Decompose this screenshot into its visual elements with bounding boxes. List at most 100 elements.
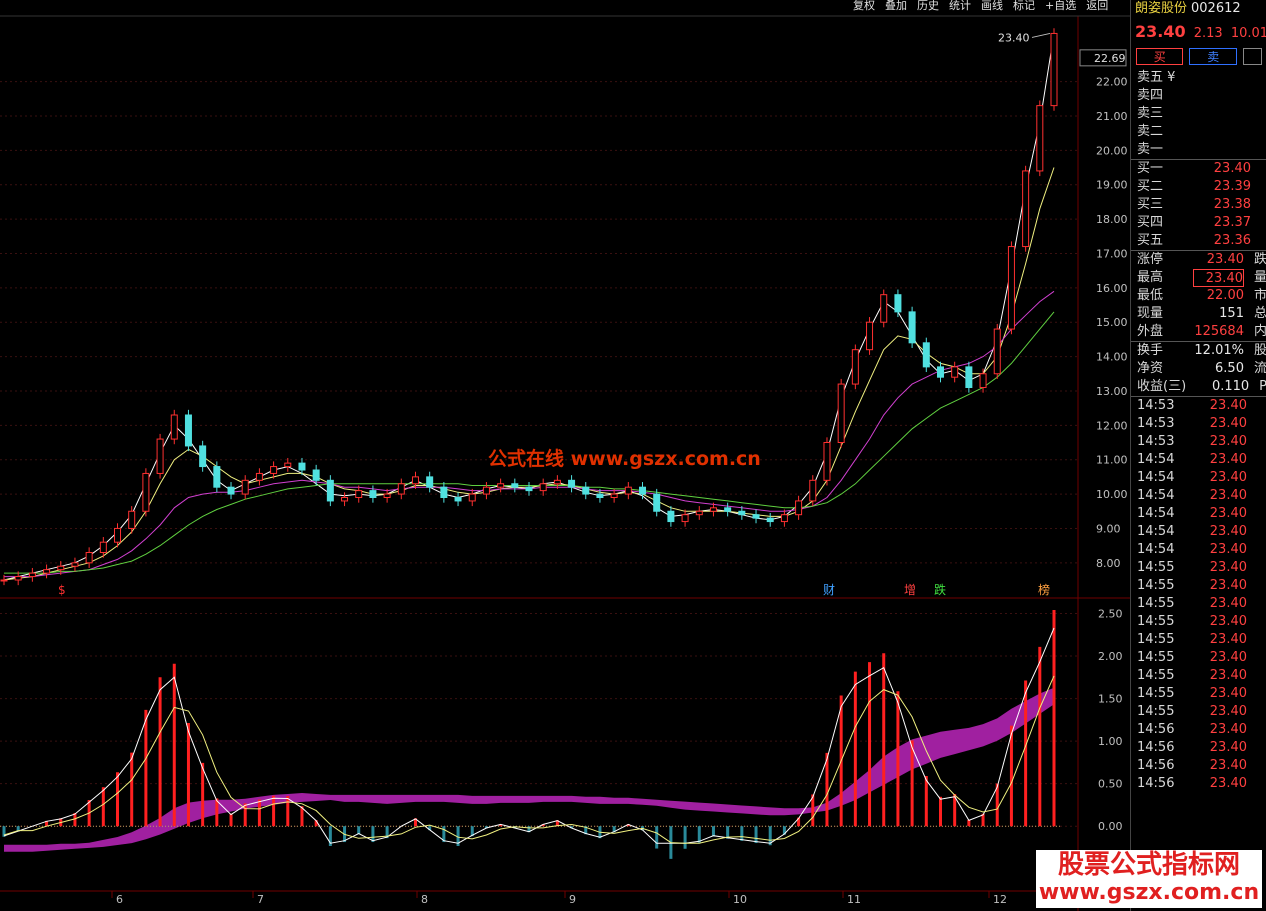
- candle-body: [724, 507, 732, 512]
- sell-row: 卖一: [1131, 141, 1266, 159]
- tick-row: 14:54 23.40: [1131, 505, 1266, 523]
- tick-time: 14:53: [1137, 434, 1175, 449]
- stat-extra: P: [1259, 379, 1266, 394]
- buy-row: 买一 23.40: [1131, 160, 1266, 178]
- stat-extra: 量: [1253, 270, 1266, 285]
- tick-time: 14:55: [1137, 596, 1175, 611]
- tick-price: 23.40: [1209, 560, 1247, 575]
- tick-price: 23.40: [1209, 542, 1247, 557]
- candle-body: [156, 438, 164, 474]
- tick-price: 23.40: [1209, 722, 1247, 737]
- sell-button[interactable]: 卖: [1189, 48, 1237, 65]
- order-label: 卖二: [1137, 124, 1164, 139]
- x-axis-label: 10: [733, 893, 747, 906]
- tick-row: 14:56 23.40: [1131, 721, 1266, 739]
- candle-body: [738, 510, 746, 516]
- toolbar-fuquan-button[interactable]: 复权: [848, 0, 880, 14]
- tick-row: 14:55 23.40: [1131, 631, 1266, 649]
- tick-row: 14:56 23.40: [1131, 739, 1266, 757]
- buy-orders: 买一 23.40 买二 23.39 买三 23.38 买四 23.37 买五 23.36: [1131, 159, 1266, 250]
- candle-body: [823, 442, 831, 481]
- x-axis-label: 9: [569, 893, 576, 906]
- stat-row: 最低 22.00 市: [1131, 287, 1266, 305]
- candle-body: [596, 493, 604, 498]
- candle-body: [57, 565, 65, 571]
- stat-extra: 内: [1253, 324, 1266, 339]
- order-price: [1197, 105, 1251, 123]
- candle-body: [653, 493, 661, 512]
- candle-body: [568, 479, 576, 488]
- toolbar-back-button[interactable]: 返回: [1081, 0, 1113, 14]
- order-label: 买一: [1137, 161, 1164, 176]
- candle-body: [326, 479, 334, 502]
- candle-body: [213, 466, 221, 488]
- toolbar-draw-button[interactable]: 画线: [976, 0, 1008, 14]
- tick-price: 23.40: [1209, 524, 1247, 539]
- tick-price: 23.40: [1209, 614, 1247, 629]
- stat-value: 6.50: [1215, 361, 1244, 376]
- order-price: [1197, 69, 1251, 87]
- price-axis-label: 8.00: [1096, 557, 1121, 570]
- tick-row: 14:55 23.40: [1131, 703, 1266, 721]
- x-axis-label: 12: [993, 893, 1007, 906]
- candle-body: [298, 462, 306, 471]
- candle-body: [851, 349, 859, 385]
- toolbar-overlay-button[interactable]: 叠加: [880, 0, 912, 14]
- candle-body: [28, 572, 36, 578]
- stat-value: 22.00: [1206, 288, 1244, 303]
- tick-price: 23.40: [1209, 596, 1247, 611]
- tick-time: 14:54: [1137, 488, 1175, 503]
- candle-body: [681, 514, 689, 523]
- price-change: 2.13: [1193, 26, 1223, 41]
- tick-time: 14:55: [1137, 560, 1175, 575]
- more-button[interactable]: [1242, 48, 1262, 65]
- order-price: [1197, 123, 1251, 141]
- tick-time: 14:54: [1137, 542, 1175, 557]
- candle-body: [525, 486, 533, 492]
- event-marker: 跌: [934, 582, 946, 597]
- price-axis-label: 11.00: [1096, 454, 1128, 467]
- candle-body: [99, 541, 107, 553]
- tick-time: 14:55: [1137, 704, 1175, 719]
- order-price: 23.39: [1213, 179, 1251, 194]
- sell-row: 卖二: [1131, 123, 1266, 141]
- buy-row: 买二 23.39: [1131, 178, 1266, 196]
- candle-body: [227, 486, 235, 495]
- tick-row: 14:55 23.40: [1131, 685, 1266, 703]
- toolbar-stats-button[interactable]: 统计: [944, 0, 976, 14]
- x-axis-label: 8: [421, 893, 428, 906]
- toolbar-mark-button[interactable]: 标记: [1008, 0, 1040, 14]
- stat-extra: 流: [1253, 361, 1266, 376]
- current-price: 23.40: [1135, 22, 1186, 41]
- candle-body: [695, 510, 703, 516]
- tick-price: 23.40: [1209, 632, 1247, 647]
- indicator-axis-label: 2.00: [1098, 650, 1123, 663]
- sell-orders: 卖五 ¥ 卖四 卖三 卖二 卖一: [1131, 69, 1266, 159]
- candle-body: [993, 328, 1001, 375]
- order-price: 23.38: [1213, 197, 1251, 212]
- candle-body: [709, 507, 717, 512]
- order-label: 买五: [1137, 233, 1164, 248]
- candle-body: [894, 294, 902, 313]
- candle-body: [795, 500, 803, 516]
- tick-price: 23.40: [1209, 506, 1247, 521]
- candle-body: [809, 479, 817, 502]
- stat-row: 换手 12.01% 股: [1131, 342, 1266, 360]
- price-axis-label: 18.00: [1096, 213, 1128, 226]
- toolbar-add-watchlist-button[interactable]: +自选: [1040, 0, 1081, 14]
- order-price: 23.37: [1213, 215, 1251, 230]
- sell-row: 卖三: [1131, 105, 1266, 123]
- stock-header: 朗姿股份 002612: [1131, 0, 1266, 20]
- tick-price: 23.40: [1209, 740, 1247, 755]
- candle-body: [426, 476, 434, 488]
- buy-button[interactable]: 买: [1136, 48, 1184, 65]
- price-axis-label: 9.00: [1096, 522, 1121, 535]
- tick-list[interactable]: 14:53 23.40 14:53 23.40 14:53 23.40 14:54 23.40…: [1131, 396, 1266, 793]
- event-marker: 财: [823, 583, 835, 597]
- buy-row: 买三 23.38: [1131, 196, 1266, 214]
- price-axis-label: 12.00: [1096, 419, 1128, 432]
- stats-block: 涨停 23.40 跌 最高 23.40 量 最低 22.00 市 现量 151 总 外盘 1256…: [1131, 250, 1266, 341]
- tick-price: 23.40: [1209, 578, 1247, 593]
- tick-time: 14:53: [1137, 398, 1175, 413]
- toolbar-history-button[interactable]: 历史: [912, 0, 944, 14]
